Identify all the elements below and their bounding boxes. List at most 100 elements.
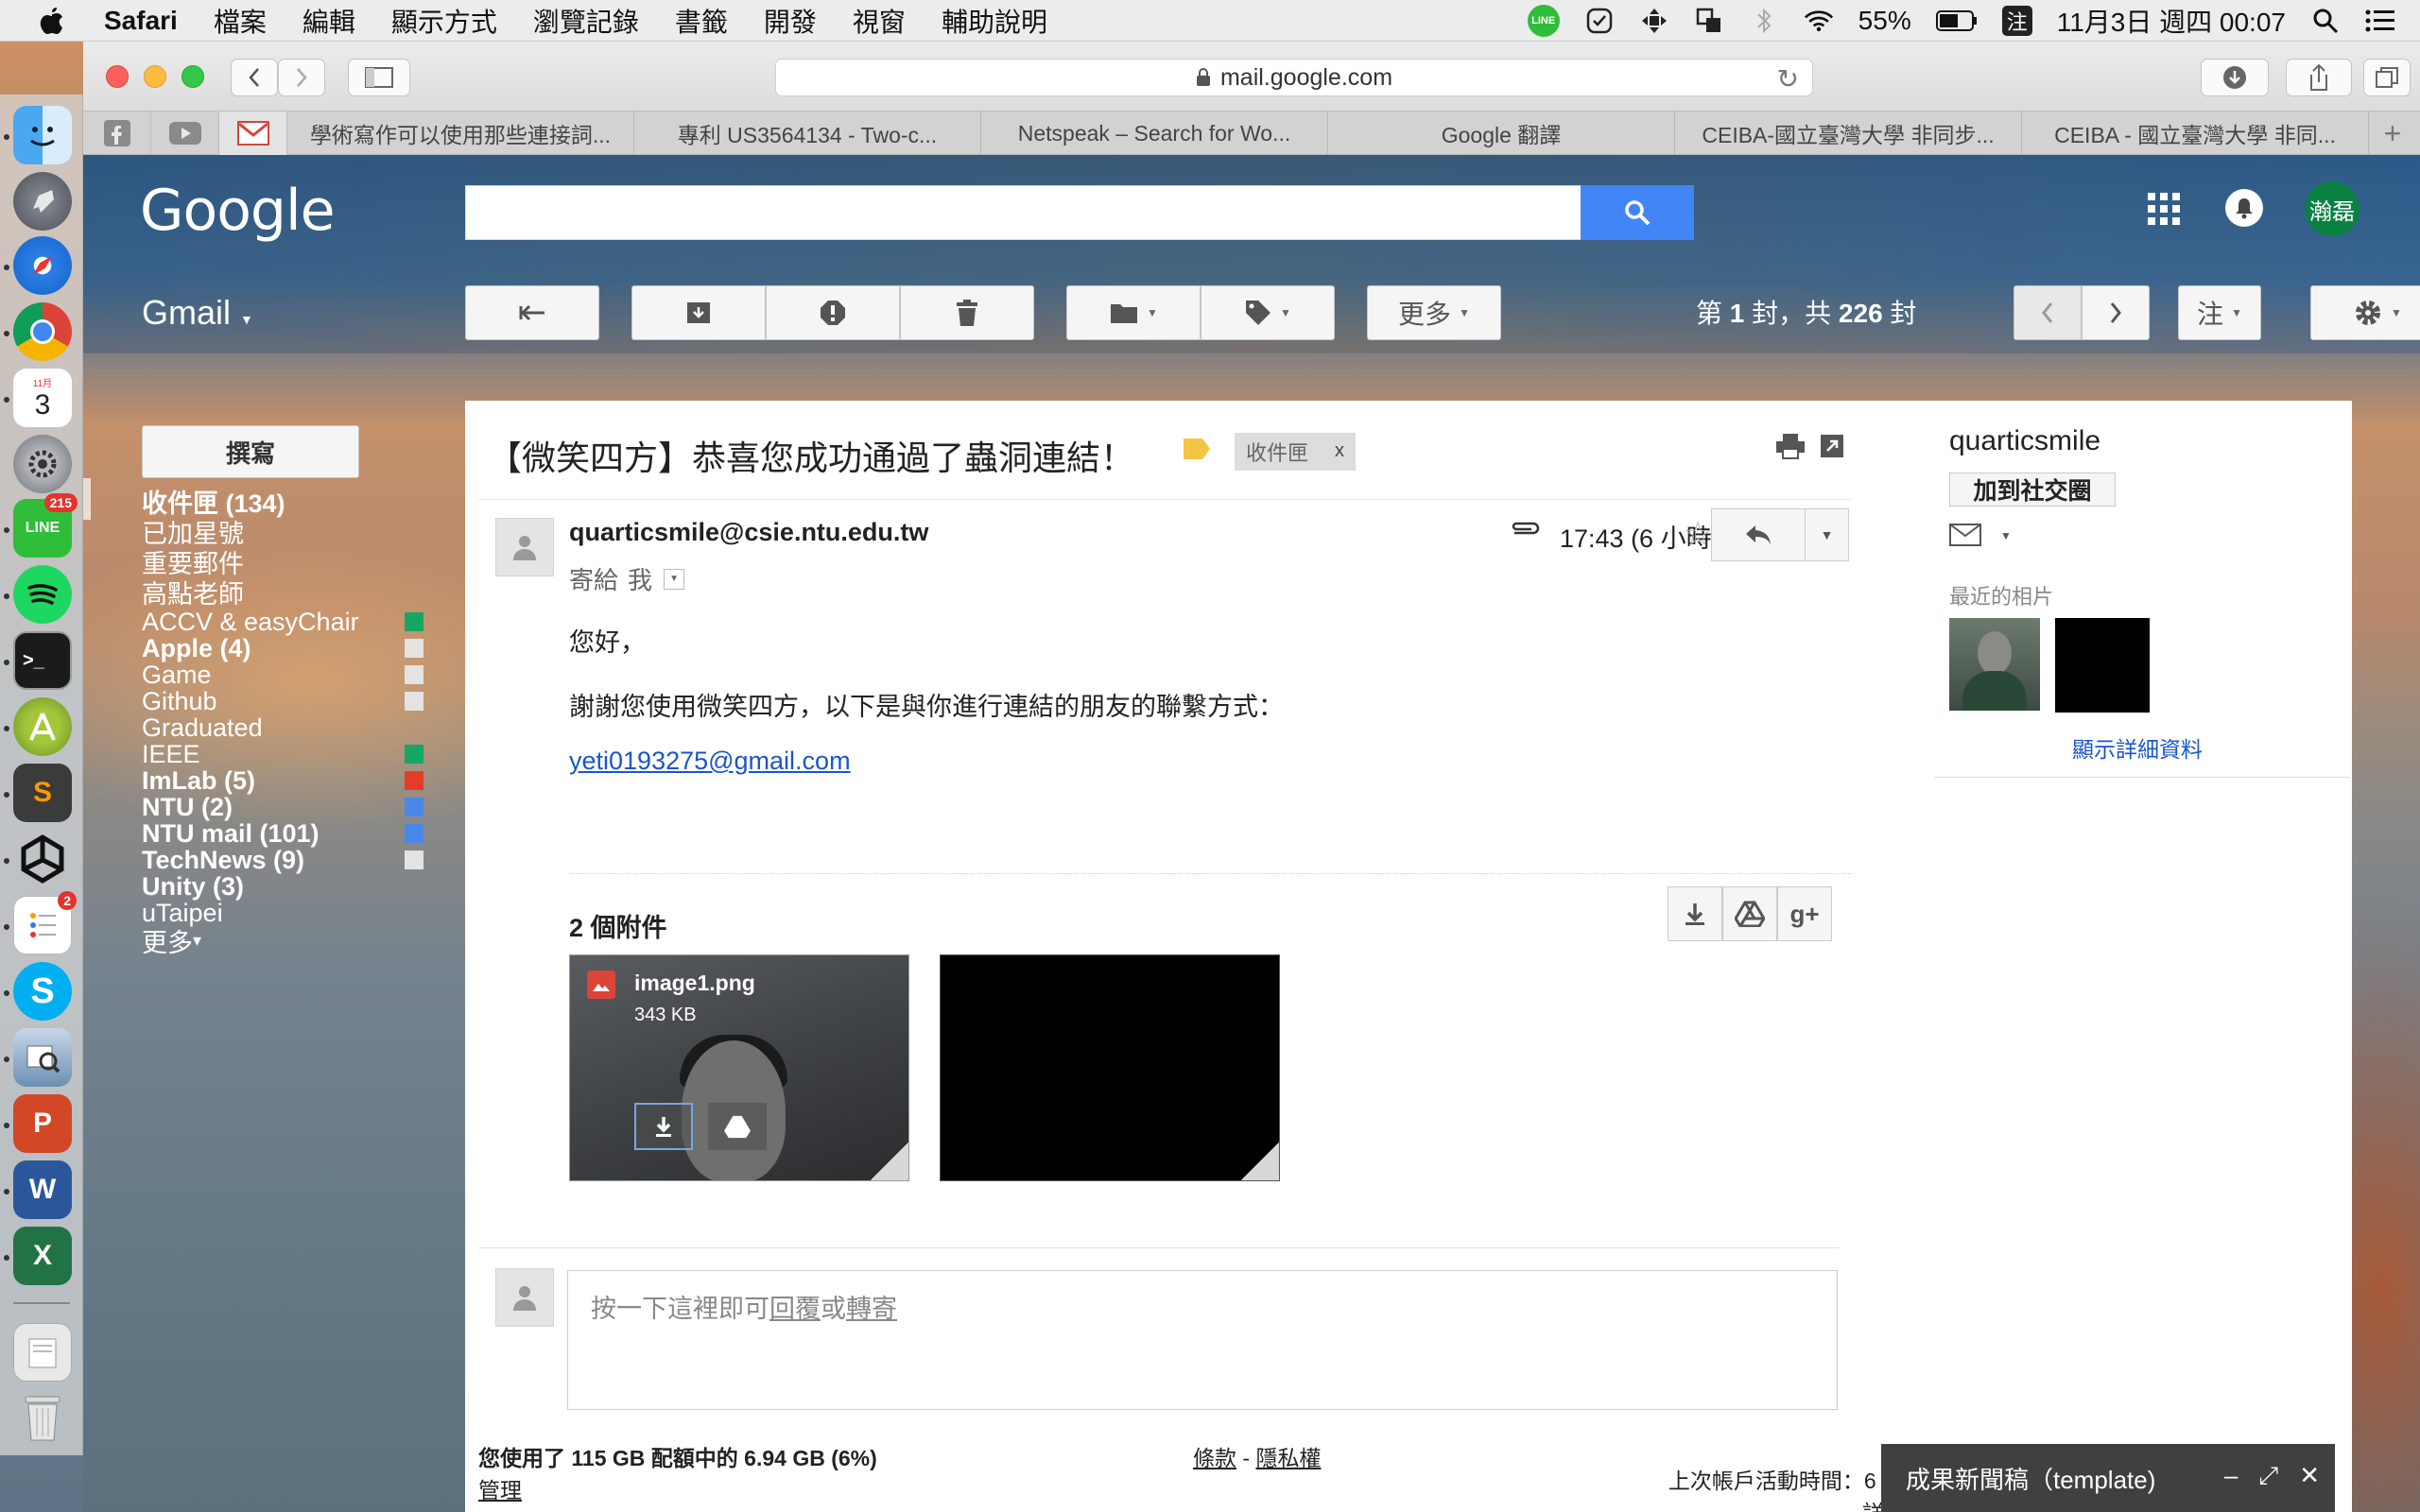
share-google-plus-button[interactable]: g+ xyxy=(1777,886,1832,941)
browser-tab[interactable]: 學術寫作可以使用那些連接詞... xyxy=(287,112,634,155)
label-color-swatch[interactable] xyxy=(405,639,424,658)
safari-icon[interactable] xyxy=(13,236,72,295)
settings-button[interactable]: ▼ xyxy=(2310,285,2420,340)
sender-avatar[interactable] xyxy=(495,518,554,576)
unity-icon[interactable] xyxy=(13,830,72,888)
powerpoint-icon[interactable]: P xyxy=(13,1094,72,1153)
manage-storage-link[interactable]: 管理 xyxy=(478,1472,522,1504)
label-color-swatch[interactable] xyxy=(405,745,424,764)
email-contact-icon[interactable] xyxy=(1949,524,1981,546)
pinned-tab-youtube[interactable] xyxy=(151,112,219,155)
apple-menu-icon[interactable] xyxy=(0,6,104,36)
finder-icon[interactable] xyxy=(13,106,72,164)
close-icon[interactable]: ✕ xyxy=(2299,1461,2320,1491)
menu-app-safari[interactable]: Safari xyxy=(104,6,178,36)
browser-tab[interactable]: CEIBA-國立臺灣大學 非同步... xyxy=(1675,112,2022,155)
reminders-icon[interactable]: 2 xyxy=(13,891,77,954)
forward-link[interactable]: 轉寄 xyxy=(846,1295,897,1323)
star-icon[interactable]: ☆ xyxy=(1683,514,1713,554)
add-to-circles-button[interactable]: 加到社交圈 xyxy=(1949,472,2116,507)
show-all-tabs-button[interactable] xyxy=(2363,59,2411,96)
menubar-clock[interactable]: 11月3日 週四 00:07 xyxy=(2057,2,2286,40)
menu-history[interactable]: 瀏覽記錄 xyxy=(533,2,639,40)
label-color-swatch[interactable] xyxy=(405,612,424,631)
quick-reply-box[interactable]: 按一下這裡即可回覆或轉寄 xyxy=(567,1270,1838,1410)
menu-view[interactable]: 顯示方式 xyxy=(391,2,497,40)
reply-button[interactable] xyxy=(1711,508,1806,561)
trash-icon[interactable] xyxy=(13,1389,72,1448)
skype-icon[interactable]: S xyxy=(13,962,72,1021)
chat-window-title[interactable]: 成果新聞稿（template) xyxy=(1906,1461,2155,1496)
message-more-options-button[interactable]: ▼ xyxy=(1806,508,1849,561)
browser-tab[interactable]: Netspeak – Search for Wo... xyxy=(981,112,1328,155)
line-app-icon[interactable]: LINE 215 xyxy=(13,493,78,558)
back-to-inbox-button[interactable] xyxy=(465,285,599,340)
pinned-tab-facebook[interactable] xyxy=(83,112,151,155)
line-status-icon[interactable]: LINE xyxy=(1527,5,1560,37)
browser-tab[interactable]: CEIBA - 國立臺灣大學 非同... xyxy=(2022,112,2369,155)
checkmark-status-icon[interactable] xyxy=(1584,6,1615,36)
label-color-swatch[interactable] xyxy=(405,824,424,843)
report-spam-button[interactable] xyxy=(766,285,900,340)
save-all-to-drive-button[interactable] xyxy=(1722,886,1777,941)
recent-photo-thumbnail[interactable] xyxy=(1949,618,2040,711)
move-arrows-icon[interactable] xyxy=(1639,6,1669,36)
share-button[interactable] xyxy=(2286,59,2352,96)
menu-help[interactable]: 輔助說明 xyxy=(942,2,1047,40)
move-to-button[interactable]: ▼ xyxy=(1066,285,1201,340)
menu-window[interactable]: 視窗 xyxy=(853,2,906,40)
gmail-app-switcher[interactable]: Gmail ▼ xyxy=(142,293,253,333)
newer-message-button[interactable] xyxy=(2014,285,2082,340)
minimize-icon[interactable]: ‒ xyxy=(2224,1461,2238,1491)
hangouts-chat-window[interactable]: 成果新聞稿（template) ‒ ⤢ ✕ xyxy=(1881,1444,2335,1512)
label-color-swatch[interactable] xyxy=(405,692,424,711)
more-actions-button[interactable]: 更多 ▼ xyxy=(1367,285,1501,340)
sidebar-toggle-button[interactable] xyxy=(348,59,410,96)
menu-edit[interactable]: 編輯 xyxy=(302,2,355,40)
forward-button[interactable] xyxy=(278,59,325,96)
notification-center-icon[interactable] xyxy=(2365,6,2395,36)
spotlight-search-icon[interactable] xyxy=(2310,6,2341,36)
window-minimize-button[interactable] xyxy=(144,65,166,88)
word-icon[interactable]: W xyxy=(13,1160,72,1219)
system-preferences-icon[interactable] xyxy=(13,435,72,493)
label-color-swatch[interactable] xyxy=(405,850,424,869)
google-logo[interactable]: Google xyxy=(140,178,336,244)
contact-email-link[interactable]: yeti0193275@gmail.com xyxy=(569,747,851,775)
account-avatar[interactable]: 瀚磊 xyxy=(2305,181,2360,236)
recent-photo-thumbnail[interactable] xyxy=(2055,618,2150,713)
print-icon[interactable] xyxy=(1775,433,1806,459)
open-in-new-window-icon[interactable] xyxy=(1819,433,1845,459)
attachment-card-2[interactable] xyxy=(940,954,1280,1181)
compose-button[interactable]: 撰寫 xyxy=(142,425,359,478)
search-button[interactable] xyxy=(1581,185,1694,240)
excel-icon[interactable]: X xyxy=(13,1227,72,1285)
notifications-bell-icon[interactable] xyxy=(2225,189,2263,227)
launchpad-icon[interactable] xyxy=(13,172,72,231)
attachment-download-button[interactable] xyxy=(634,1103,693,1150)
google-apps-icon[interactable] xyxy=(2148,193,2180,225)
address-bar[interactable]: mail.google.com ↻ xyxy=(775,59,1813,96)
label-color-swatch[interactable] xyxy=(405,798,424,816)
sublime-text-icon[interactable]: S xyxy=(13,764,72,822)
attachment-card-image1[interactable]: image1.png 343 KB xyxy=(569,954,909,1181)
labels-button[interactable]: ▼ xyxy=(1201,285,1335,340)
sender-email[interactable]: quarticsmile@csie.ntu.edu.tw xyxy=(569,518,928,547)
terminal-icon[interactable]: >_ xyxy=(13,631,72,690)
browser-tab[interactable]: Google 翻譯 xyxy=(1328,112,1675,155)
attachment-save-to-drive-button[interactable] xyxy=(708,1103,767,1150)
android-studio-icon[interactable] xyxy=(13,697,72,756)
battery-icon[interactable] xyxy=(1935,10,1978,31)
back-button[interactable] xyxy=(231,59,278,96)
label-color-swatch[interactable] xyxy=(405,665,424,684)
window-close-button[interactable] xyxy=(106,65,129,88)
archive-button[interactable] xyxy=(631,285,766,340)
bluetooth-icon[interactable] xyxy=(1749,6,1779,36)
input-method-icon[interactable]: 注 xyxy=(2001,6,2032,36)
menu-develop[interactable]: 開發 xyxy=(764,2,817,40)
expand-icon[interactable]: ⤢ xyxy=(2258,1461,2278,1491)
terms-link[interactable]: 條款 xyxy=(1193,1446,1236,1470)
input-tools-button[interactable]: 注 ▼ xyxy=(2178,285,2261,340)
nav-item[interactable]: 更多 ▾ xyxy=(142,921,201,959)
remove-label-button[interactable]: x xyxy=(1335,440,1344,462)
